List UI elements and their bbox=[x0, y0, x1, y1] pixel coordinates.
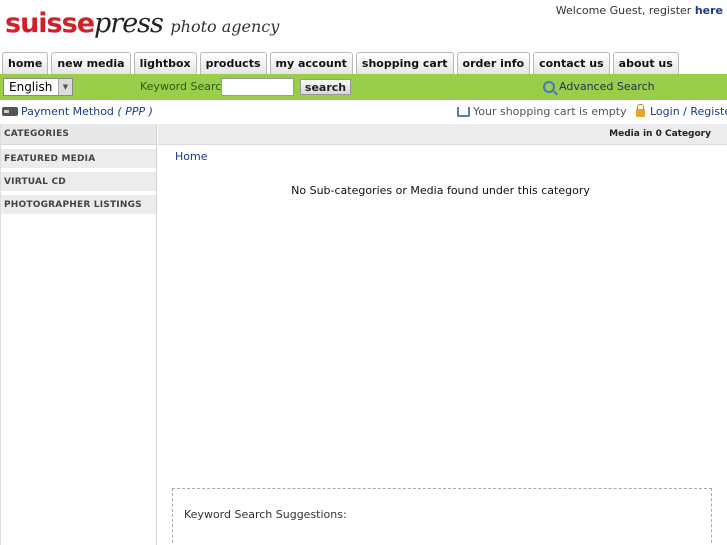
magnifier-icon bbox=[543, 80, 555, 93]
sidebar-item-photographer-listings[interactable]: PHOTOGRAPHER LISTINGS bbox=[1, 195, 156, 214]
empty-category-message: No Sub-categories or Media found under t… bbox=[291, 184, 590, 197]
logo-suisse: suisse bbox=[5, 8, 95, 39]
logo-tagline: photo agency bbox=[170, 17, 280, 36]
login-register-link[interactable]: Login / Register bbox=[636, 104, 727, 118]
payment-method-link[interactable]: Payment Method ( PPP ) bbox=[2, 105, 153, 118]
payment-card-icon bbox=[2, 107, 18, 116]
language-select[interactable]: English ▼ bbox=[3, 78, 73, 96]
payment-method-label: Payment Method bbox=[21, 105, 114, 118]
keyword-suggestions-label: Keyword Search Suggestions: bbox=[184, 508, 347, 521]
media-count-header: Media in 0 Category bbox=[158, 124, 727, 145]
categories-heading: CATEGORIES bbox=[1, 124, 156, 145]
keyword-search-input[interactable] bbox=[221, 78, 294, 96]
tab-my-account[interactable]: my account bbox=[269, 52, 353, 74]
chevron-down-icon[interactable]: ▼ bbox=[58, 79, 72, 95]
tab-products[interactable]: products bbox=[199, 52, 267, 74]
info-bar: Payment Method ( PPP ) Your shopping car… bbox=[0, 100, 727, 124]
tab-about-us[interactable]: about us bbox=[612, 52, 679, 74]
tab-contact-us[interactable]: contact us bbox=[533, 52, 610, 74]
cart-status[interactable]: Your shopping cart is empty bbox=[457, 105, 627, 118]
welcome-message: Welcome Guest, register here bbox=[556, 4, 723, 17]
tab-home[interactable]: home bbox=[2, 52, 49, 74]
tab-new-media[interactable]: new media bbox=[51, 52, 131, 74]
site-logo[interactable]: suissepress photo agency bbox=[5, 8, 279, 39]
payment-method-code: ( PPP ) bbox=[117, 105, 153, 118]
shopping-cart-icon bbox=[457, 106, 470, 117]
lock-icon bbox=[636, 104, 645, 117]
sidebar-item-featured-media[interactable]: FEATURED MEDIA bbox=[1, 149, 156, 168]
welcome-text: Welcome Guest, register bbox=[555, 4, 695, 17]
tab-order-info[interactable]: order info bbox=[456, 52, 531, 74]
login-register-label: Login / Register bbox=[650, 105, 727, 118]
tab-shopping-cart[interactable]: shopping cart bbox=[355, 52, 454, 74]
register-here-link[interactable]: here bbox=[695, 4, 723, 17]
logo-press: press bbox=[94, 8, 164, 39]
left-sidebar: CATEGORIES FEATURED MEDIA VIRTUAL CD PHO… bbox=[0, 124, 157, 545]
advanced-search-link[interactable]: Advanced Search bbox=[543, 80, 655, 93]
cart-status-text: Your shopping cart is empty bbox=[473, 105, 627, 118]
search-bar: English ▼ Keyword Search search Advanced… bbox=[0, 74, 727, 100]
search-button[interactable]: search bbox=[300, 79, 351, 95]
sidebar-item-virtual-cd[interactable]: VIRTUAL CD bbox=[1, 172, 156, 191]
keyword-search-label: Keyword Search bbox=[140, 80, 229, 93]
breadcrumb-home[interactable]: Home bbox=[175, 150, 207, 163]
keyword-suggestions-box: Keyword Search Suggestions: bbox=[172, 488, 712, 545]
advanced-search-label: Advanced Search bbox=[559, 80, 655, 93]
tab-lightbox[interactable]: lightbox bbox=[133, 52, 197, 74]
language-value: English bbox=[9, 80, 53, 94]
site-header: suissepress photo agency Welcome Guest, … bbox=[0, 0, 727, 52]
main-nav: home new media lightbox products my acco… bbox=[2, 52, 682, 74]
